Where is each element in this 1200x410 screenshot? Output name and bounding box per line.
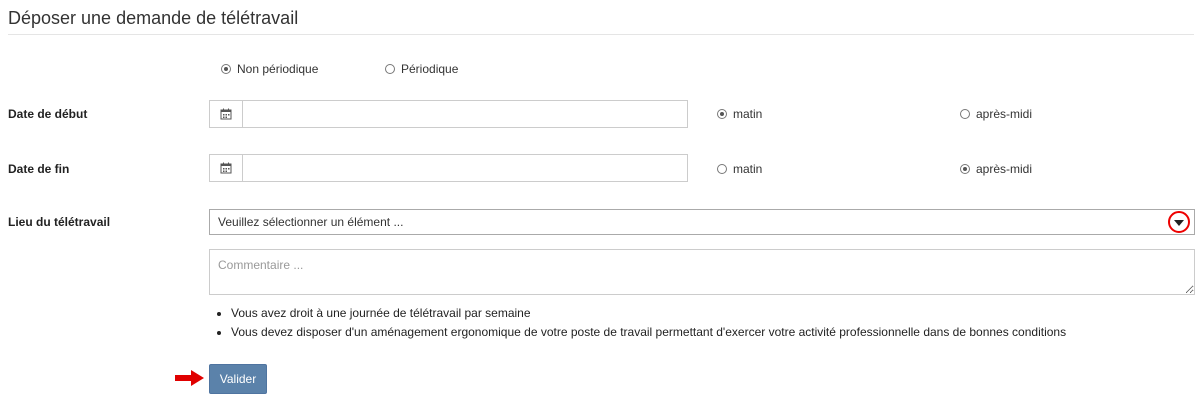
- arrow-right-icon: [175, 370, 204, 386]
- page-title: Déposer une demande de télétravail: [8, 8, 299, 28]
- list-item: Vous avez droit à une journée de télétra…: [231, 306, 1200, 320]
- start-date-input[interactable]: [242, 100, 688, 128]
- location-label: Lieu du télétravail: [8, 215, 111, 229]
- radio-label: après-midi: [976, 162, 1033, 176]
- end-date-input[interactable]: [242, 154, 688, 182]
- radio-checked-icon: [221, 64, 231, 74]
- start-date-label: Date de début: [8, 107, 88, 121]
- radio-checked-icon: [717, 109, 727, 119]
- start-date-group: [209, 100, 688, 128]
- chevron-down-icon[interactable]: [1168, 211, 1190, 233]
- radio-unchecked-icon: [717, 164, 727, 174]
- end-date-label: Date de fin: [8, 162, 70, 176]
- start-apres-midi-radio[interactable]: après-midi: [960, 107, 1032, 121]
- info-list: Vous avez droit à une journée de télétra…: [209, 306, 1200, 344]
- radio-label: après-midi: [976, 107, 1033, 121]
- end-apres-midi-radio[interactable]: après-midi: [960, 162, 1032, 176]
- comment-textarea[interactable]: [209, 249, 1195, 295]
- end-matin-radio[interactable]: matin: [717, 162, 762, 176]
- radio-non-periodique[interactable]: Non périodique: [221, 62, 318, 76]
- location-selected-value: Veuillez sélectionner un élément ...: [218, 215, 404, 229]
- radio-unchecked-icon: [385, 64, 395, 74]
- radio-label: Non périodique: [237, 62, 319, 76]
- calendar-icon[interactable]: [209, 100, 242, 128]
- end-date-group: [209, 154, 688, 182]
- title-divider: [8, 34, 1194, 35]
- submit-button[interactable]: Valider: [209, 364, 267, 394]
- location-select[interactable]: Veuillez sélectionner un élément ...: [209, 209, 1195, 235]
- radio-label: Périodique: [401, 62, 459, 76]
- radio-periodique[interactable]: Périodique: [385, 62, 458, 76]
- start-matin-radio[interactable]: matin: [717, 107, 762, 121]
- radio-unchecked-icon: [960, 109, 970, 119]
- list-item: Vous devez disposer d'un aménagement erg…: [231, 325, 1200, 339]
- radio-checked-icon: [960, 164, 970, 174]
- radio-label: matin: [733, 162, 763, 176]
- calendar-icon[interactable]: [209, 154, 242, 182]
- radio-label: matin: [733, 107, 763, 121]
